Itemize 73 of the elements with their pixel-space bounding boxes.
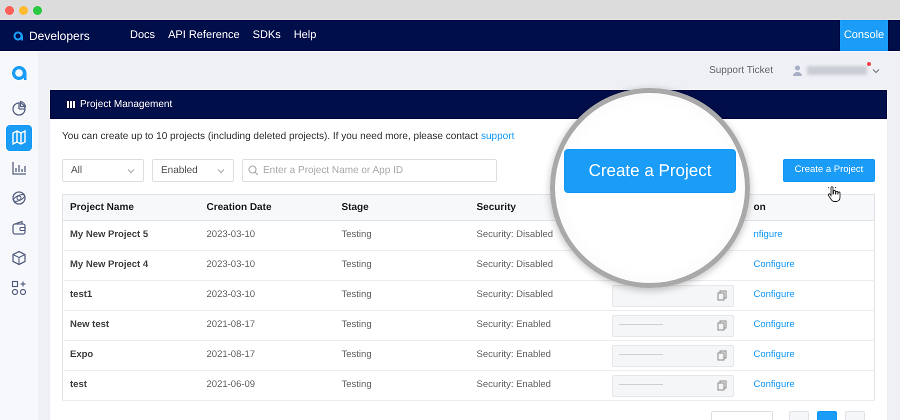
column-header: Creation Date	[206, 202, 272, 213]
copy-icon	[716, 290, 726, 301]
logo-icon	[11, 65, 27, 81]
security-status: Security: Enabled	[476, 349, 551, 360]
support-ticket-link[interactable]: Support Ticket	[709, 63, 773, 78]
column-header: Stage	[342, 202, 369, 213]
creation-date: 2021-06-09	[206, 379, 256, 390]
chevron-down-icon	[217, 168, 225, 174]
configure-link[interactable]: Configure	[754, 379, 795, 390]
stage-text: Testing	[342, 229, 372, 240]
configure-link[interactable]: Configure	[754, 289, 795, 300]
wallet-icon	[11, 220, 27, 236]
notice-text: You can create up to 10 projects (including deleted projects). If you need more, please contact	[62, 130, 478, 144]
book-icon	[66, 100, 76, 109]
column-header: Security	[476, 202, 516, 213]
security-status: Security: Enabled	[476, 379, 551, 390]
copy-icon	[716, 380, 726, 391]
filter-dropdown[interactable]: Enabled	[152, 159, 234, 182]
nav-link[interactable]: Docs	[130, 27, 156, 44]
security-status: Security: Disabled	[476, 259, 554, 270]
project-name: My New Project 5	[70, 229, 148, 240]
creation-date: 2023-03-10	[206, 229, 256, 240]
window-control[interactable]	[33, 6, 42, 14]
stage-text: Testing	[342, 289, 372, 300]
configure-link[interactable]: Configure	[754, 349, 795, 360]
configure-link[interactable]: Configure	[754, 319, 795, 330]
stage-text: Testing	[342, 379, 372, 390]
cube-icon	[11, 250, 27, 266]
project-name: My New Project 4	[70, 259, 148, 270]
user-icon	[793, 65, 802, 76]
stage-text: Testing	[342, 319, 372, 330]
create-project-button[interactable]: Create a Project	[783, 159, 875, 182]
sidebar-item[interactable]	[6, 125, 32, 151]
chevron-down-icon	[872, 68, 880, 74]
window-control[interactable]	[5, 6, 14, 14]
project-name: test1	[70, 289, 92, 300]
project-name: test	[70, 379, 87, 390]
search-icon	[248, 165, 258, 175]
create-project-button[interactable]: Create a Project	[564, 149, 736, 193]
apps-icon	[11, 280, 27, 296]
nav-link[interactable]: SDKs	[252, 27, 281, 44]
search-field[interactable]: Enter a Project Name or App ID	[242, 159, 497, 182]
nav-link[interactable]: Help	[294, 27, 316, 44]
globe-icon	[11, 190, 27, 206]
stage-text: Testing	[342, 259, 372, 270]
column-header: Project Name	[70, 202, 134, 213]
project-name: New test	[70, 319, 110, 330]
console-button[interactable]: Console	[840, 20, 888, 51]
security-status: Security: Enabled	[476, 319, 551, 330]
creation-date: 2021-08-17	[206, 319, 256, 330]
column-header: on	[754, 202, 766, 213]
copy-icon	[716, 350, 726, 361]
support-link[interactable]: support	[481, 129, 514, 144]
nav-link[interactable]: API Reference	[168, 27, 240, 44]
map-icon	[11, 130, 27, 146]
redacted-user-name	[807, 66, 867, 75]
stage-text: Testing	[342, 349, 372, 360]
logo-icon	[12, 30, 24, 42]
filter-dropdown[interactable]: All	[62, 159, 144, 182]
configure-link[interactable]: nfigure	[754, 229, 783, 240]
bar-chart-icon	[11, 160, 27, 176]
security-status: Security: Disabled	[476, 289, 554, 300]
chevron-down-icon	[127, 168, 135, 174]
card-title: Project Management	[80, 98, 172, 112]
brand-name[interactable]: Developers	[29, 26, 90, 44]
creation-date: 2021-08-17	[206, 349, 256, 360]
project-name: Expo	[70, 349, 94, 360]
security-status: Security: Disabled	[476, 229, 554, 240]
copy-icon	[716, 320, 726, 331]
creation-date: 2023-03-10	[206, 259, 256, 270]
configure-link[interactable]: Configure	[754, 259, 795, 270]
creation-date: 2023-03-10	[206, 289, 256, 300]
pie-chart-icon	[11, 100, 27, 116]
